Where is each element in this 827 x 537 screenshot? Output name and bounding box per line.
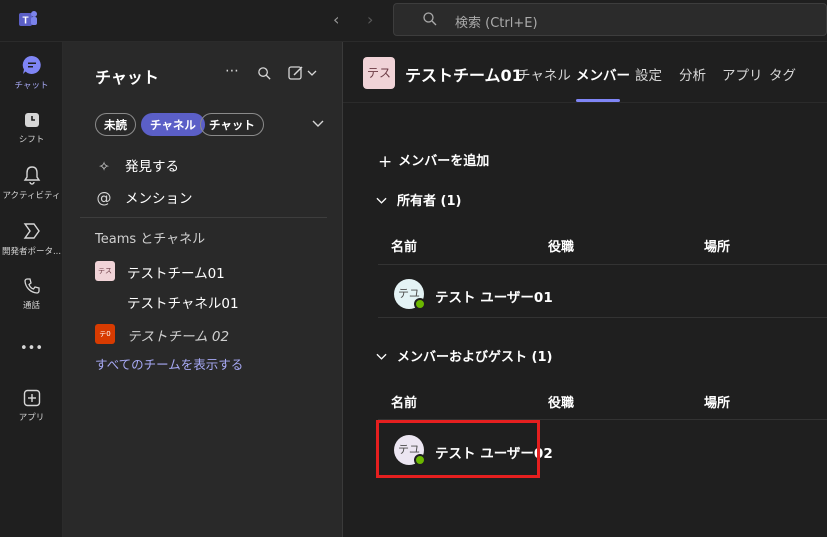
rail-item-shifts[interactable]: シフト <box>0 110 63 145</box>
add-member-button[interactable]: + メンバーを追加 <box>378 150 489 172</box>
rail-label: チャット <box>14 81 49 91</box>
search-input[interactable]: 検索 (Ctrl+E) <box>393 3 827 36</box>
apps-add-icon <box>23 389 40 407</box>
back-arrow-icon[interactable]: ‹ <box>333 10 339 29</box>
team-item-02[interactable]: テストチーム 02 <box>127 325 229 345</box>
rail-item-activity[interactable]: アクティビティ <box>0 164 63 201</box>
show-all-teams-link[interactable]: すべてのチームを表示する <box>95 354 243 373</box>
rail-item-more[interactable]: ••• <box>0 338 63 356</box>
filter-unread[interactable]: 未読 <box>95 113 136 136</box>
column-header-title[interactable]: 役職 <box>548 236 574 255</box>
shifts-icon <box>24 113 39 127</box>
highlight-box <box>376 420 540 478</box>
filter-chats[interactable]: チャット <box>200 113 264 136</box>
search-icon <box>423 12 437 26</box>
mentions-label: メンション <box>125 191 193 207</box>
team-title: テストチーム01 <box>405 66 523 85</box>
presence-available-icon <box>414 298 426 310</box>
rail-item-chat[interactable]: チャット <box>0 54 63 91</box>
table-divider <box>378 264 827 265</box>
phone-icon <box>23 278 40 294</box>
pane-title: チャット <box>95 68 159 87</box>
members-guests-group-header[interactable]: メンバーおよびゲスト (1) <box>376 346 552 365</box>
discover-label: 発見する <box>125 159 179 175</box>
team-avatar: テ0 <box>95 324 115 344</box>
discover-item[interactable]: ✧ 発見する <box>95 155 179 175</box>
developer-portal-icon <box>23 223 40 239</box>
team-badge: テス <box>363 57 395 89</box>
section-label: Teams とチャネル <box>95 232 206 247</box>
chevron-down-icon[interactable] <box>312 120 324 128</box>
column-header-title[interactable]: 役職 <box>548 392 574 411</box>
plus-icon: + <box>378 152 393 172</box>
tab-tags[interactable]: タグ <box>769 64 796 84</box>
rail-label: アクティビティ <box>2 191 61 201</box>
team-avatar: テス <box>95 261 115 281</box>
tab-channels[interactable]: チャネル <box>517 64 571 84</box>
tab-analytics[interactable]: 分析 <box>679 64 706 84</box>
rail-label: 通話 <box>22 301 40 311</box>
rail-item-developer-portal[interactable]: 開発者ポータ... <box>0 220 63 257</box>
active-tab-indicator <box>576 99 620 102</box>
rail-label: 開発者ポータ... <box>1 247 62 257</box>
add-member-label: メンバーを追加 <box>398 154 490 169</box>
chat-icon <box>22 55 41 74</box>
divider <box>80 217 327 218</box>
teams-logo-icon: T <box>19 11 37 27</box>
team-header: テス テストチーム01 チャネル メンバー 設定 分析 アプリ タグ <box>343 42 827 103</box>
member-name[interactable]: テスト ユーザー01 <box>435 286 553 306</box>
column-header-name[interactable]: 名前 <box>391 392 417 411</box>
column-header-location[interactable]: 場所 <box>704 392 730 411</box>
rail-item-apps[interactable]: アプリ <box>0 388 63 423</box>
bell-icon <box>23 166 40 185</box>
owners-group-title: 所有者 (1) <box>397 194 462 209</box>
owners-group-header[interactable]: 所有者 (1) <box>376 190 461 209</box>
rail-label: アプリ <box>18 413 45 423</box>
svg-text:T: T <box>22 16 28 27</box>
channel-item-01[interactable]: テストチャネル01 <box>127 292 239 312</box>
more-icon: ••• <box>19 341 43 356</box>
new-chat-icon[interactable] <box>288 65 318 81</box>
members-guests-group-title: メンバーおよびゲスト (1) <box>397 350 553 365</box>
column-header-location[interactable]: 場所 <box>704 236 730 255</box>
search-icon[interactable] <box>257 66 272 81</box>
rail-item-calls[interactable]: 通話 <box>0 276 63 311</box>
tab-members[interactable]: メンバー <box>576 64 630 84</box>
mentions-item[interactable]: @ メンション <box>95 187 193 207</box>
main-content: テス テストチーム01 チャネル メンバー 設定 分析 アプリ タグ + メンバー… <box>343 42 827 537</box>
team-item-01[interactable]: テストチーム01 <box>127 262 225 282</box>
app-rail: チャット シフト アクティビティ 開発者ポータ... 通話 ••• アプリ <box>0 42 63 537</box>
chevron-down-icon <box>376 353 387 360</box>
chevron-down-icon <box>376 197 387 204</box>
filter-channels[interactable]: チャネル <box>141 113 205 136</box>
title-bar: T ‹ › 検索 (Ctrl+E) <box>0 0 827 42</box>
tab-apps[interactable]: アプリ <box>722 64 763 84</box>
table-divider <box>378 317 827 318</box>
forward-arrow-icon[interactable]: › <box>367 10 373 29</box>
sparkle-icon: ✧ <box>98 159 110 175</box>
chat-list-pane: チャット ⋯ 未読 チャネル チャット ✧ 発見する @ メンション Teams と… <box>63 42 343 537</box>
search-placeholder: 検索 (Ctrl+E) <box>455 16 538 31</box>
at-icon: @ <box>96 189 112 207</box>
more-options-icon[interactable]: ⋯ <box>225 63 239 79</box>
rail-label: シフト <box>18 135 45 145</box>
tab-settings[interactable]: 設定 <box>635 64 662 84</box>
column-header-name[interactable]: 名前 <box>391 236 417 255</box>
